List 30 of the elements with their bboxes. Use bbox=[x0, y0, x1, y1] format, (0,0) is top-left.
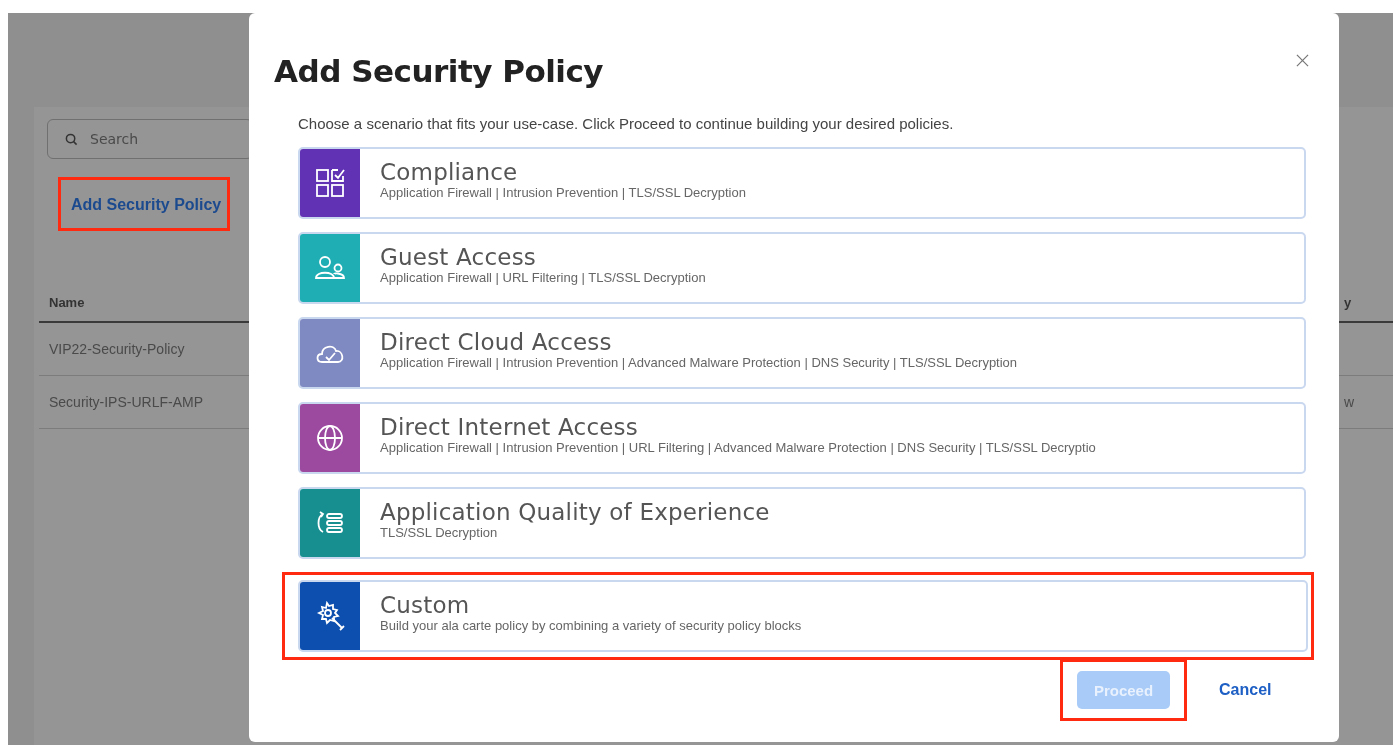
scenario-title: Compliance bbox=[380, 158, 519, 185]
scenario-title: Direct Internet Access bbox=[380, 413, 639, 440]
scenario-card[interactable]: Guest Access Application Firewall | URL Filtering | TLS/SSL Decryption bbox=[298, 232, 1306, 304]
scenario-card[interactable]: Direct Cloud Access Application Firewall | Intrusion Prevention | Advanced Malware Protection | DNS Security | TLS/SSL Decryption bbox=[298, 317, 1306, 389]
table-cell-text: Security-IPS-URLF-AMP bbox=[48, 394, 205, 410]
scenario-features: Application Firewall | Intrusion Prevention | TLS/SSL Decryption bbox=[380, 184, 746, 200]
scenario-features: Application Firewall | Intrusion Prevention | URL Filtering | Advanced Malware Protection | DNS Security | TLS/SSL Decryptio bbox=[380, 439, 1096, 455]
scenario-card[interactable]: Custom Build your ala carte policy by combining a variety of security policy blocks bbox=[298, 580, 1308, 652]
checklist-grid-icon bbox=[314, 167, 346, 199]
table-cell-text: w bbox=[1343, 394, 1355, 410]
search-icon bbox=[65, 133, 78, 146]
scenario-features: Application Firewall | Intrusion Prevention | Advanced Malware Protection | DNS Security | TLS/SSL Decryption bbox=[380, 354, 1018, 370]
column-header: Name bbox=[48, 294, 86, 310]
globe-icon bbox=[314, 422, 346, 454]
scenario-title: Custom bbox=[380, 591, 471, 618]
scenario-card[interactable]: Direct Internet Access Application Firewall | Intrusion Prevention | URL Filtering | Advanced Malware Protection | DNS Security | TLS/SSL Decryptio bbox=[298, 402, 1306, 474]
cancel-link[interactable]: Cancel bbox=[1219, 681, 1272, 699]
column-header: y bbox=[1343, 294, 1352, 310]
scenario-card[interactable]: Application Quality of Experience TLS/SSL Decryption bbox=[298, 487, 1306, 559]
scenario-title: Guest Access bbox=[380, 243, 537, 270]
scenario-features: Application Firewall | URL Filtering | TLS/SSL Decryption bbox=[380, 269, 706, 285]
scenario-title: Direct Cloud Access bbox=[380, 328, 613, 355]
dialog-description: Choose a scenario that fits your use-case. Click Proceed to continue building your desired policies. bbox=[298, 115, 955, 132]
scenario-title: Application Quality of Experience bbox=[380, 498, 770, 525]
scenario-features: Build your ala carte policy by combining a variety of security policy blocks bbox=[380, 617, 802, 633]
close-icon[interactable] bbox=[1296, 54, 1309, 67]
scenario-card[interactable]: Compliance Application Firewall | Intrusion Prevention | TLS/SSL Decryption bbox=[298, 147, 1306, 219]
table-cell-text: VIP22-Security-Policy bbox=[48, 341, 186, 357]
scenario-features: TLS/SSL Decryption bbox=[380, 524, 498, 540]
dialog-title: Add Security Policy bbox=[274, 53, 604, 89]
